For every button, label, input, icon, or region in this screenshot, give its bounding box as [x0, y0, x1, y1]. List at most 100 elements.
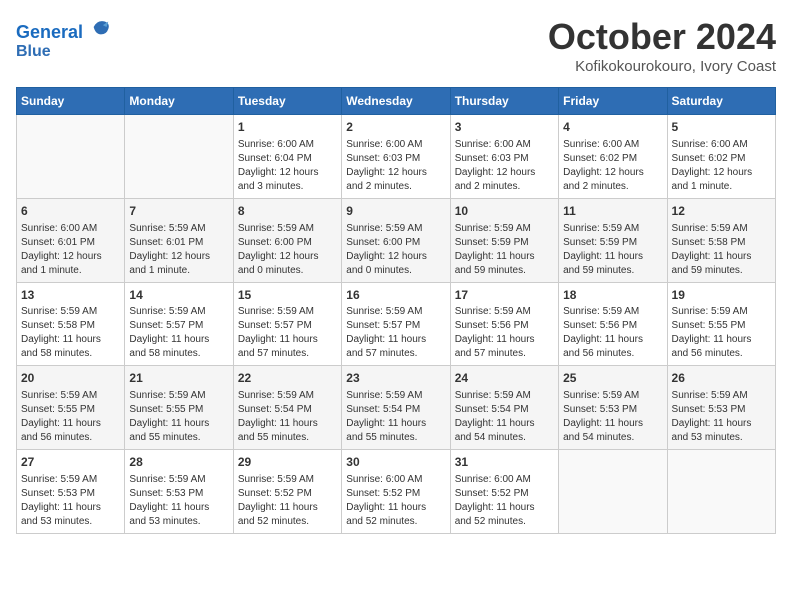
- day-number: 4: [563, 119, 662, 136]
- day-info: Sunrise: 6:00 AM Sunset: 6:04 PM Dayligh…: [238, 138, 337, 194]
- calendar-cell: 18Sunrise: 5:59 AM Sunset: 5:56 PM Dayli…: [559, 282, 667, 366]
- day-info: Sunrise: 5:59 AM Sunset: 5:53 PM Dayligh…: [129, 473, 228, 529]
- day-info: Sunrise: 5:59 AM Sunset: 5:58 PM Dayligh…: [21, 305, 120, 361]
- calendar-cell: [17, 115, 125, 199]
- logo-text: General: [16, 16, 112, 43]
- calendar-cell: 9Sunrise: 5:59 AM Sunset: 6:00 PM Daylig…: [342, 198, 450, 282]
- calendar-cell: 27Sunrise: 5:59 AM Sunset: 5:53 PM Dayli…: [17, 450, 125, 534]
- calendar-cell: 30 Sunrise: 6:00 AM Sunset: 5:52 PM Dayli…: [342, 450, 450, 534]
- calendar-cell: 12Sunrise: 5:59 AM Sunset: 5:58 PM Dayli…: [667, 198, 775, 282]
- calendar-week-4: 20 Sunrise: 5:59 AM Sunset: 5:55 PM Dayli…: [17, 366, 776, 450]
- weekday-monday: Monday: [125, 88, 233, 115]
- calendar-cell: 2Sunrise: 6:00 AM Sunset: 6:03 PM Daylig…: [342, 115, 450, 199]
- day-number: 25: [563, 370, 662, 387]
- weekday-wednesday: Wednesday: [342, 88, 450, 115]
- day-info: Sunrise: 6:00 AM Sunset: 5:52 PM Dayligh…: [455, 473, 554, 529]
- calendar-cell: 14Sunrise: 5:59 AM Sunset: 5:57 PM Dayli…: [125, 282, 233, 366]
- day-number: 28: [129, 454, 228, 471]
- weekday-sunday: Sunday: [17, 88, 125, 115]
- calendar-cell: 24Sunrise: 5:59 AM Sunset: 5:54 PM Dayli…: [450, 366, 558, 450]
- day-info: Sunrise: 5:59 AM Sunset: 5:55 PM Dayligh…: [129, 389, 228, 445]
- calendar-week-1: 1 Sunrise: 6:00 AM Sunset: 6:04 PM Daylig…: [17, 115, 776, 199]
- page-header: General Blue October 2024 Kofikokourokou…: [16, 16, 776, 75]
- day-number: 15: [238, 287, 337, 304]
- calendar-cell: 16Sunrise: 5:59 AM Sunset: 5:57 PM Dayli…: [342, 282, 450, 366]
- calendar-week-5: 27Sunrise: 5:59 AM Sunset: 5:53 PM Dayli…: [17, 450, 776, 534]
- day-info: Sunrise: 5:59 AM Sunset: 5:55 PM Dayligh…: [21, 389, 120, 445]
- calendar-cell: 1 Sunrise: 6:00 AM Sunset: 6:04 PM Daylig…: [233, 115, 341, 199]
- calendar-cell: 3Sunrise: 6:00 AM Sunset: 6:03 PM Daylig…: [450, 115, 558, 199]
- day-number: 6: [21, 203, 120, 220]
- calendar-cell: 15Sunrise: 5:59 AM Sunset: 5:57 PM Dayli…: [233, 282, 341, 366]
- day-number: 31: [455, 454, 554, 471]
- calendar-cell: 22 Sunrise: 5:59 AM Sunset: 5:54 PM Dayli…: [233, 366, 341, 450]
- day-info: Sunrise: 5:59 AM Sunset: 5:53 PM Dayligh…: [563, 389, 662, 445]
- day-info: Sunrise: 5:59 AM Sunset: 5:54 PM Dayligh…: [455, 389, 554, 445]
- day-info: Sunrise: 5:59 AM Sunset: 5:56 PM Dayligh…: [563, 305, 662, 361]
- day-info: Sunrise: 5:59 AM Sunset: 5:59 PM Dayligh…: [455, 222, 554, 278]
- calendar-week-3: 13Sunrise: 5:59 AM Sunset: 5:58 PM Dayli…: [17, 282, 776, 366]
- calendar-cell: 23Sunrise: 5:59 AM Sunset: 5:54 PM Dayli…: [342, 366, 450, 450]
- calendar-cell: 6 Sunrise: 6:00 AM Sunset: 6:01 PM Daylig…: [17, 198, 125, 282]
- weekday-thursday: Thursday: [450, 88, 558, 115]
- calendar-table: SundayMondayTuesdayWednesdayThursdayFrid…: [16, 87, 776, 534]
- day-info: Sunrise: 6:00 AM Sunset: 6:03 PM Dayligh…: [455, 138, 554, 194]
- location-subtitle: Kofikokourokouro, Ivory Coast: [548, 58, 776, 75]
- day-number: 30: [346, 454, 445, 471]
- day-number: 17: [455, 287, 554, 304]
- day-number: 12: [672, 203, 771, 220]
- day-info: Sunrise: 5:59 AM Sunset: 6:00 PM Dayligh…: [238, 222, 337, 278]
- day-info: Sunrise: 5:59 AM Sunset: 5:53 PM Dayligh…: [672, 389, 771, 445]
- day-info: Sunrise: 5:59 AM Sunset: 5:57 PM Dayligh…: [238, 305, 337, 361]
- day-number: 7: [129, 203, 228, 220]
- day-number: 18: [563, 287, 662, 304]
- day-info: Sunrise: 5:59 AM Sunset: 5:56 PM Dayligh…: [455, 305, 554, 361]
- calendar-cell: 21 Sunrise: 5:59 AM Sunset: 5:55 PM Dayli…: [125, 366, 233, 450]
- calendar-cell: 20 Sunrise: 5:59 AM Sunset: 5:55 PM Dayli…: [17, 366, 125, 450]
- day-info: Sunrise: 6:00 AM Sunset: 6:01 PM Dayligh…: [21, 222, 120, 278]
- day-info: Sunrise: 5:59 AM Sunset: 5:57 PM Dayligh…: [129, 305, 228, 361]
- calendar-cell: 4 Sunrise: 6:00 AM Sunset: 6:02 PM Daylig…: [559, 115, 667, 199]
- logo-icon: [90, 16, 112, 38]
- day-info: Sunrise: 5:59 AM Sunset: 5:54 PM Dayligh…: [238, 389, 337, 445]
- calendar-cell: [667, 450, 775, 534]
- calendar-cell: 25 Sunrise: 5:59 AM Sunset: 5:53 PM Dayli…: [559, 366, 667, 450]
- logo-general: General: [16, 22, 83, 42]
- month-title: October 2024: [548, 16, 776, 58]
- day-info: Sunrise: 5:59 AM Sunset: 6:01 PM Dayligh…: [129, 222, 228, 278]
- calendar-cell: 17Sunrise: 5:59 AM Sunset: 5:56 PM Dayli…: [450, 282, 558, 366]
- calendar-cell: 5 Sunrise: 6:00 AM Sunset: 6:02 PM Daylig…: [667, 115, 775, 199]
- day-number: 8: [238, 203, 337, 220]
- day-info: Sunrise: 5:59 AM Sunset: 5:52 PM Dayligh…: [238, 473, 337, 529]
- day-info: Sunrise: 5:59 AM Sunset: 5:54 PM Dayligh…: [346, 389, 445, 445]
- day-info: Sunrise: 5:59 AM Sunset: 5:59 PM Dayligh…: [563, 222, 662, 278]
- day-number: 1: [238, 119, 337, 136]
- day-info: Sunrise: 5:59 AM Sunset: 5:53 PM Dayligh…: [21, 473, 120, 529]
- day-number: 5: [672, 119, 771, 136]
- calendar-header: SundayMondayTuesdayWednesdayThursdayFrid…: [17, 88, 776, 115]
- logo-blue: Blue: [16, 43, 112, 61]
- day-number: 2: [346, 119, 445, 136]
- day-number: 22: [238, 370, 337, 387]
- calendar-body: 1 Sunrise: 6:00 AM Sunset: 6:04 PM Daylig…: [17, 115, 776, 534]
- calendar-cell: 28 Sunrise: 5:59 AM Sunset: 5:53 PM Dayli…: [125, 450, 233, 534]
- day-number: 21: [129, 370, 228, 387]
- calendar-cell: 29 Sunrise: 5:59 AM Sunset: 5:52 PM Dayli…: [233, 450, 341, 534]
- calendar-cell: 10Sunrise: 5:59 AM Sunset: 5:59 PM Dayli…: [450, 198, 558, 282]
- calendar-cell: 11Sunrise: 5:59 AM Sunset: 5:59 PM Dayli…: [559, 198, 667, 282]
- calendar-cell: [125, 115, 233, 199]
- calendar-cell: 8 Sunrise: 5:59 AM Sunset: 6:00 PM Daylig…: [233, 198, 341, 282]
- day-info: Sunrise: 5:59 AM Sunset: 6:00 PM Dayligh…: [346, 222, 445, 278]
- day-info: Sunrise: 5:59 AM Sunset: 5:55 PM Dayligh…: [672, 305, 771, 361]
- calendar-cell: 26 Sunrise: 5:59 AM Sunset: 5:53 PM Dayli…: [667, 366, 775, 450]
- day-number: 13: [21, 287, 120, 304]
- day-number: 26: [672, 370, 771, 387]
- day-number: 16: [346, 287, 445, 304]
- day-info: Sunrise: 6:00 AM Sunset: 5:52 PM Dayligh…: [346, 473, 445, 529]
- day-info: Sunrise: 6:00 AM Sunset: 6:02 PM Dayligh…: [672, 138, 771, 194]
- day-info: Sunrise: 6:00 AM Sunset: 6:02 PM Dayligh…: [563, 138, 662, 194]
- day-number: 20: [21, 370, 120, 387]
- weekday-saturday: Saturday: [667, 88, 775, 115]
- day-number: 19: [672, 287, 771, 304]
- day-number: 29: [238, 454, 337, 471]
